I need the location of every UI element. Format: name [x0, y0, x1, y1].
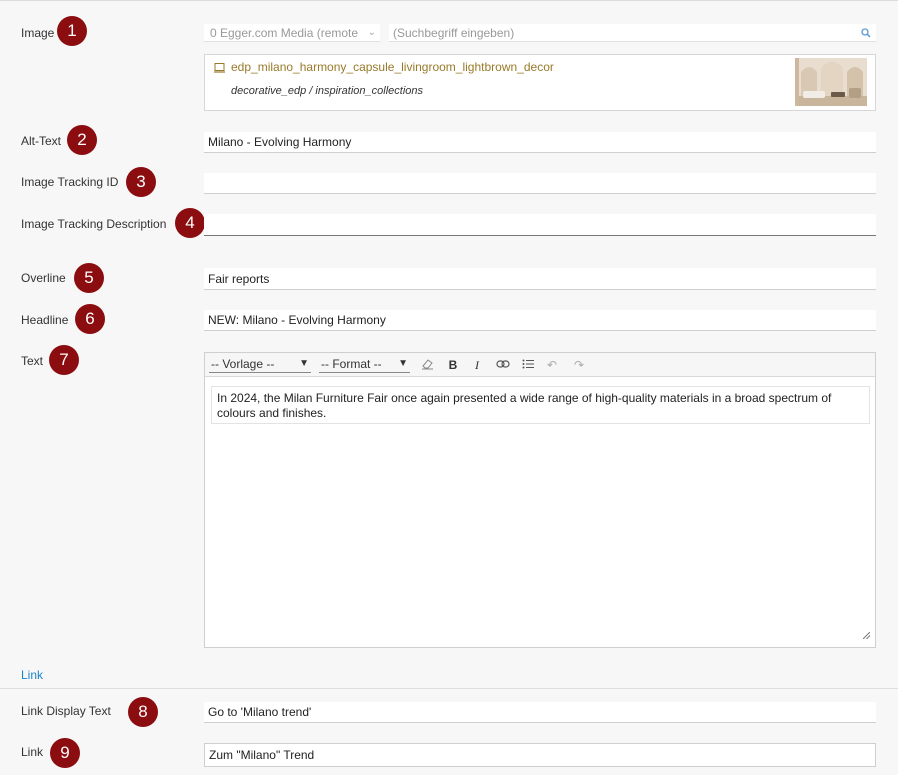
section-divider: [0, 688, 898, 689]
tracking-id-input[interactable]: [204, 173, 876, 194]
selected-image-card[interactable]: edp_milano_harmony_capsule_livingroom_li…: [204, 54, 876, 111]
image-search-input[interactable]: (Suchbegriff eingeben): [389, 24, 876, 42]
rich-text-editor[interactable]: -- Vorlage -- ▼ -- Format -- ▼ B I ↶ ↷ I…: [204, 352, 876, 648]
search-icon[interactable]: [861, 27, 871, 41]
editor-toolbar: -- Vorlage -- ▼ -- Format -- ▼ B I ↶ ↷: [205, 353, 875, 377]
marker-9: 9: [50, 738, 80, 768]
alt-text-label: Alt-Text: [21, 134, 62, 148]
headline-input[interactable]: NEW: Milano - Evolving Harmony: [204, 310, 876, 331]
link-section-heading[interactable]: Link: [21, 668, 43, 682]
image-thumbnail: [795, 58, 867, 106]
marker-2: 2: [67, 125, 97, 155]
list-icon[interactable]: [520, 357, 536, 373]
link-input[interactable]: Zum "Milano" Trend: [204, 743, 876, 767]
marker-4: 4: [175, 208, 205, 238]
chevron-down-icon: ▼: [299, 358, 309, 369]
headline-label: Headline: [21, 313, 69, 327]
marker-1: 1: [57, 16, 87, 46]
image-asset-name[interactable]: edp_milano_harmony_capsule_livingroom_li…: [231, 60, 554, 74]
undo-icon[interactable]: ↶: [544, 357, 560, 373]
tracking-description-label: Image Tracking Description: [21, 217, 167, 231]
alt-text-input[interactable]: Milano - Evolving Harmony: [204, 132, 876, 153]
tracking-description-input[interactable]: [204, 214, 876, 236]
image-asset-path: decorative_edp / inspiration_collections: [231, 85, 424, 97]
italic-icon[interactable]: I: [469, 357, 485, 373]
chevron-down-icon: ▼: [398, 358, 408, 369]
marker-6: 6: [75, 304, 105, 334]
link-display-text-input[interactable]: Go to 'Milano trend': [204, 702, 876, 723]
image-label: Image: [21, 26, 55, 40]
marker-5: 5: [74, 263, 104, 293]
media-source-select[interactable]: 0 Egger.com Media (remote ⌄: [204, 24, 380, 42]
file-icon: [214, 62, 225, 76]
text-label: Text: [21, 354, 44, 368]
link-display-text-label: Link Display Text: [21, 704, 111, 718]
marker-8: 8: [128, 697, 158, 727]
media-source-value: 0 Egger.com Media (remote: [210, 25, 359, 40]
top-divider: [0, 0, 898, 1]
search-placeholder: (Suchbegriff eingeben): [393, 25, 515, 40]
format-select[interactable]: -- Format -- ▼: [319, 356, 410, 373]
overline-input[interactable]: Fair reports: [204, 268, 876, 290]
eraser-icon[interactable]: [419, 357, 435, 373]
redo-icon[interactable]: ↷: [571, 357, 587, 373]
link-icon[interactable]: [495, 357, 511, 373]
resize-handle-icon[interactable]: [862, 628, 871, 642]
bold-icon[interactable]: B: [445, 357, 461, 373]
marker-3: 3: [126, 167, 156, 197]
template-select[interactable]: -- Vorlage -- ▼: [209, 356, 311, 373]
marker-7: 7: [49, 345, 79, 375]
template-select-value: -- Vorlage --: [211, 357, 275, 371]
chevron-down-icon: ⌄: [367, 27, 376, 38]
editor-content[interactable]: In 2024, the Milan Furniture Fair once a…: [211, 386, 870, 424]
format-select-value: -- Format --: [321, 357, 382, 371]
tracking-id-label: Image Tracking ID: [21, 175, 119, 189]
link-label: Link: [21, 745, 44, 759]
overline-label: Overline: [21, 271, 66, 285]
